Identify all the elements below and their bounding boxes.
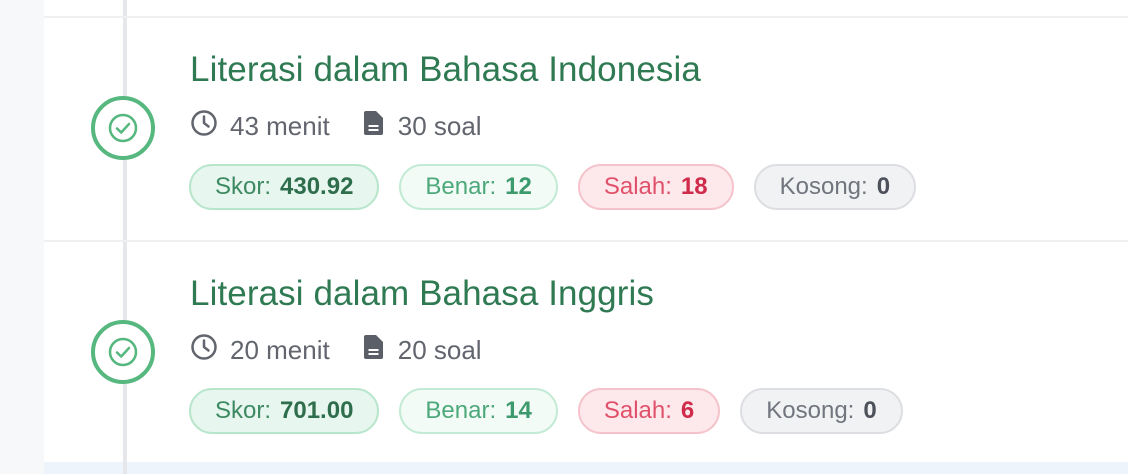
section-meta: 43 menit 30 soal bbox=[190, 109, 482, 144]
question-count: 30 soal bbox=[362, 110, 482, 143]
duration: 43 menit bbox=[190, 109, 330, 144]
question-count-text: 20 soal bbox=[397, 334, 482, 365]
score-badges: Skor: 701.00 Benar: 14 Salah: 6 Kosong: 0 bbox=[189, 386, 923, 436]
correct-value: 12 bbox=[505, 173, 532, 200]
document-icon bbox=[362, 334, 398, 367]
empty-label: Kosong: bbox=[766, 397, 855, 424]
correct-badge: Benar: 14 bbox=[399, 388, 558, 434]
score-label: Skor: bbox=[215, 397, 272, 424]
wrong-badge: Salah: 6 bbox=[577, 388, 721, 434]
wrong-badge: Salah: 18 bbox=[577, 164, 734, 210]
duration-text: 43 menit bbox=[230, 110, 330, 141]
empty-label: Kosong: bbox=[779, 173, 868, 200]
empty-value: 0 bbox=[876, 173, 891, 200]
question-count-text: 30 soal bbox=[397, 110, 482, 141]
duration-text: 20 menit bbox=[230, 334, 330, 365]
empty-value: 0 bbox=[863, 397, 877, 424]
wrong-label: Salah: bbox=[603, 397, 672, 424]
wrong-value: 6 bbox=[680, 397, 695, 424]
score-value: 701.00 bbox=[280, 397, 354, 424]
correct-label: Benar: bbox=[425, 173, 497, 200]
empty-badge: Kosong: 0 bbox=[753, 164, 917, 210]
empty-badge: Kosong: 0 bbox=[740, 388, 903, 434]
score-badges: Skor: 430.92 Benar: 12 Salah: 18 Kosong: 0 bbox=[189, 162, 936, 212]
check-circle-icon bbox=[91, 96, 155, 160]
section-item[interactable]: Literasi dalam Bahasa Inggris 20 menit 2… bbox=[0, 242, 1128, 464]
section-title[interactable]: Literasi dalam Bahasa Inggris bbox=[190, 274, 654, 314]
score-badge: Skor: 430.92 bbox=[189, 164, 380, 210]
check-circle-icon bbox=[91, 320, 155, 384]
correct-badge: Benar: 12 bbox=[399, 164, 558, 210]
duration: 20 menit bbox=[190, 333, 330, 368]
clock-icon bbox=[190, 333, 230, 368]
correct-label: Benar: bbox=[425, 397, 497, 424]
score-value: 430.92 bbox=[280, 173, 354, 200]
section-title[interactable]: Literasi dalam Bahasa Indonesia bbox=[190, 50, 701, 90]
section-meta: 20 menit 20 soal bbox=[190, 333, 482, 368]
score-badge: Skor: 701.00 bbox=[189, 388, 380, 434]
correct-value: 14 bbox=[505, 397, 532, 424]
question-count: 20 soal bbox=[362, 334, 482, 367]
section-item[interactable]: Literasi dalam Bahasa Indonesia 43 menit… bbox=[0, 18, 1128, 240]
clock-icon bbox=[190, 109, 230, 144]
document-icon bbox=[362, 110, 398, 143]
wrong-label: Salah: bbox=[603, 173, 672, 200]
wrong-value: 18 bbox=[680, 173, 708, 200]
score-label: Skor: bbox=[215, 173, 272, 200]
